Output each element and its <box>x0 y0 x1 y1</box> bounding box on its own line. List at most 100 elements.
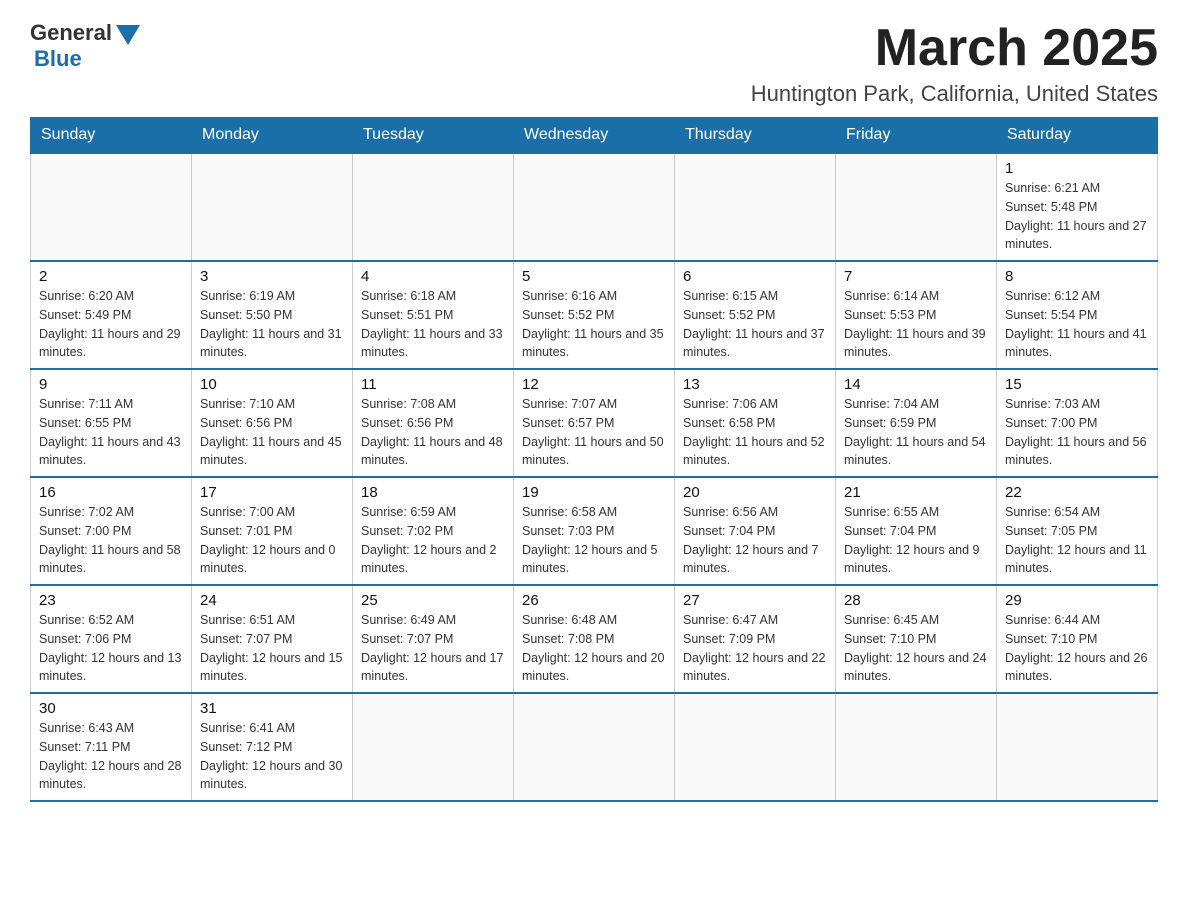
calendar-cell <box>514 153 675 261</box>
day-info: Sunrise: 7:00 AMSunset: 7:01 PMDaylight:… <box>200 503 344 578</box>
logo-general-text: General <box>30 20 112 46</box>
calendar-table: SundayMondayTuesdayWednesdayThursdayFrid… <box>30 117 1158 802</box>
calendar-cell: 26 Sunrise: 6:48 AMSunset: 7:08 PMDayligh… <box>514 585 675 693</box>
calendar-header: SundayMondayTuesdayWednesdayThursdayFrid… <box>31 118 1158 154</box>
day-number: 28 <box>844 592 988 609</box>
calendar-cell: 12 Sunrise: 7:07 AMSunset: 6:57 PMDayligh… <box>514 369 675 477</box>
day-number: 4 <box>361 268 505 285</box>
calendar-cell: 14 Sunrise: 7:04 AMSunset: 6:59 PMDayligh… <box>836 369 997 477</box>
day-info: Sunrise: 6:18 AMSunset: 5:51 PMDaylight:… <box>361 287 505 362</box>
calendar-cell: 8Sunrise: 6:12 AMSunset: 5:54 PMDaylight… <box>997 261 1158 369</box>
calendar-body: 1Sunrise: 6:21 AMSunset: 5:48 PMDaylight… <box>31 153 1158 801</box>
calendar-cell: 13 Sunrise: 7:06 AMSunset: 6:58 PMDayligh… <box>675 369 836 477</box>
calendar-cell: 3Sunrise: 6:19 AMSunset: 5:50 PMDaylight… <box>192 261 353 369</box>
day-number: 15 <box>1005 376 1149 393</box>
day-info: Sunrise: 7:07 AMSunset: 6:57 PMDaylight:… <box>522 395 666 470</box>
calendar-cell <box>997 693 1158 801</box>
day-info: Sunrise: 6:59 AMSunset: 7:02 PMDaylight:… <box>361 503 505 578</box>
calendar-cell: 27 Sunrise: 6:47 AMSunset: 7:09 PMDayligh… <box>675 585 836 693</box>
calendar-cell: 24Sunrise: 6:51 AMSunset: 7:07 PMDayligh… <box>192 585 353 693</box>
calendar-cell: 17 Sunrise: 7:00 AMSunset: 7:01 PMDayligh… <box>192 477 353 585</box>
logo-triangle-icon <box>116 25 140 45</box>
day-info: Sunrise: 7:06 AMSunset: 6:58 PMDaylight:… <box>683 395 827 470</box>
calendar-cell: 29Sunrise: 6:44 AMSunset: 7:10 PMDayligh… <box>997 585 1158 693</box>
logo-blue-text: Blue <box>34 46 82 72</box>
day-number: 29 <box>1005 592 1149 609</box>
day-info: Sunrise: 6:20 AMSunset: 5:49 PMDaylight:… <box>39 287 183 362</box>
day-number: 13 <box>683 376 827 393</box>
day-number: 10 <box>200 376 344 393</box>
day-number: 11 <box>361 376 505 393</box>
day-info: Sunrise: 7:04 AMSunset: 6:59 PMDaylight:… <box>844 395 988 470</box>
day-number: 21 <box>844 484 988 501</box>
day-info: Sunrise: 6:49 AMSunset: 7:07 PMDaylight:… <box>361 611 505 686</box>
calendar-week-row: 30Sunrise: 6:43 AMSunset: 7:11 PMDayligh… <box>31 693 1158 801</box>
day-info: Sunrise: 7:03 AMSunset: 7:00 PMDaylight:… <box>1005 395 1149 470</box>
calendar-week-row: 1Sunrise: 6:21 AMSunset: 5:48 PMDaylight… <box>31 153 1158 261</box>
day-info: Sunrise: 6:45 AMSunset: 7:10 PMDaylight:… <box>844 611 988 686</box>
day-info: Sunrise: 6:16 AMSunset: 5:52 PMDaylight:… <box>522 287 666 362</box>
calendar-cell: 25Sunrise: 6:49 AMSunset: 7:07 PMDayligh… <box>353 585 514 693</box>
calendar-cell: 4 Sunrise: 6:18 AMSunset: 5:51 PMDaylight… <box>353 261 514 369</box>
day-info: Sunrise: 6:54 AMSunset: 7:05 PMDaylight:… <box>1005 503 1149 578</box>
day-info: Sunrise: 7:02 AMSunset: 7:00 PMDaylight:… <box>39 503 183 578</box>
day-number: 16 <box>39 484 183 501</box>
calendar-week-row: 23Sunrise: 6:52 AMSunset: 7:06 PMDayligh… <box>31 585 1158 693</box>
day-number: 12 <box>522 376 666 393</box>
day-info: Sunrise: 6:19 AMSunset: 5:50 PMDaylight:… <box>200 287 344 362</box>
location-title: Huntington Park, California, United Stat… <box>751 81 1158 107</box>
weekday-header-sunday: Sunday <box>31 118 192 154</box>
calendar-cell: 10 Sunrise: 7:10 AMSunset: 6:56 PMDayligh… <box>192 369 353 477</box>
calendar-cell: 6 Sunrise: 6:15 AMSunset: 5:52 PMDaylight… <box>675 261 836 369</box>
day-info: Sunrise: 6:55 AMSunset: 7:04 PMDaylight:… <box>844 503 988 578</box>
calendar-cell: 9Sunrise: 7:11 AMSunset: 6:55 PMDaylight… <box>31 369 192 477</box>
weekday-header-saturday: Saturday <box>997 118 1158 154</box>
day-number: 6 <box>683 268 827 285</box>
day-info: Sunrise: 7:10 AMSunset: 6:56 PMDaylight:… <box>200 395 344 470</box>
day-info: Sunrise: 6:56 AMSunset: 7:04 PMDaylight:… <box>683 503 827 578</box>
calendar-cell: 23Sunrise: 6:52 AMSunset: 7:06 PMDayligh… <box>31 585 192 693</box>
calendar-cell: 30Sunrise: 6:43 AMSunset: 7:11 PMDayligh… <box>31 693 192 801</box>
day-info: Sunrise: 6:58 AMSunset: 7:03 PMDaylight:… <box>522 503 666 578</box>
day-number: 5 <box>522 268 666 285</box>
day-number: 22 <box>1005 484 1149 501</box>
day-number: 31 <box>200 700 344 717</box>
day-info: Sunrise: 6:15 AMSunset: 5:52 PMDaylight:… <box>683 287 827 362</box>
weekday-header-monday: Monday <box>192 118 353 154</box>
logo: General Blue <box>30 20 140 72</box>
weekday-header-friday: Friday <box>836 118 997 154</box>
calendar-cell: 16 Sunrise: 7:02 AMSunset: 7:00 PMDayligh… <box>31 477 192 585</box>
day-number: 18 <box>361 484 505 501</box>
day-info: Sunrise: 6:48 AMSunset: 7:08 PMDaylight:… <box>522 611 666 686</box>
calendar-cell <box>675 693 836 801</box>
weekday-header-wednesday: Wednesday <box>514 118 675 154</box>
weekday-header-row: SundayMondayTuesdayWednesdayThursdayFrid… <box>31 118 1158 154</box>
day-number: 1 <box>1005 160 1149 177</box>
calendar-cell <box>514 693 675 801</box>
day-info: Sunrise: 7:11 AMSunset: 6:55 PMDaylight:… <box>39 395 183 470</box>
month-title: March 2025 <box>751 20 1158 77</box>
day-number: 17 <box>200 484 344 501</box>
calendar-cell: 18 Sunrise: 6:59 AMSunset: 7:02 PMDayligh… <box>353 477 514 585</box>
calendar-week-row: 16 Sunrise: 7:02 AMSunset: 7:00 PMDayligh… <box>31 477 1158 585</box>
weekday-header-tuesday: Tuesday <box>353 118 514 154</box>
day-number: 24 <box>200 592 344 609</box>
page-header: General Blue March 2025 Huntington Park,… <box>30 20 1158 107</box>
calendar-cell <box>353 693 514 801</box>
weekday-header-thursday: Thursday <box>675 118 836 154</box>
day-info: Sunrise: 6:14 AMSunset: 5:53 PMDaylight:… <box>844 287 988 362</box>
day-number: 19 <box>522 484 666 501</box>
calendar-week-row: 9Sunrise: 7:11 AMSunset: 6:55 PMDaylight… <box>31 369 1158 477</box>
day-number: 30 <box>39 700 183 717</box>
calendar-cell: 5 Sunrise: 6:16 AMSunset: 5:52 PMDaylight… <box>514 261 675 369</box>
day-info: Sunrise: 6:47 AMSunset: 7:09 PMDaylight:… <box>683 611 827 686</box>
calendar-cell: 2Sunrise: 6:20 AMSunset: 5:49 PMDaylight… <box>31 261 192 369</box>
calendar-cell <box>353 153 514 261</box>
day-number: 27 <box>683 592 827 609</box>
day-info: Sunrise: 6:41 AMSunset: 7:12 PMDaylight:… <box>200 719 344 794</box>
day-number: 14 <box>844 376 988 393</box>
day-number: 26 <box>522 592 666 609</box>
day-number: 23 <box>39 592 183 609</box>
day-number: 20 <box>683 484 827 501</box>
calendar-cell: 28 Sunrise: 6:45 AMSunset: 7:10 PMDayligh… <box>836 585 997 693</box>
